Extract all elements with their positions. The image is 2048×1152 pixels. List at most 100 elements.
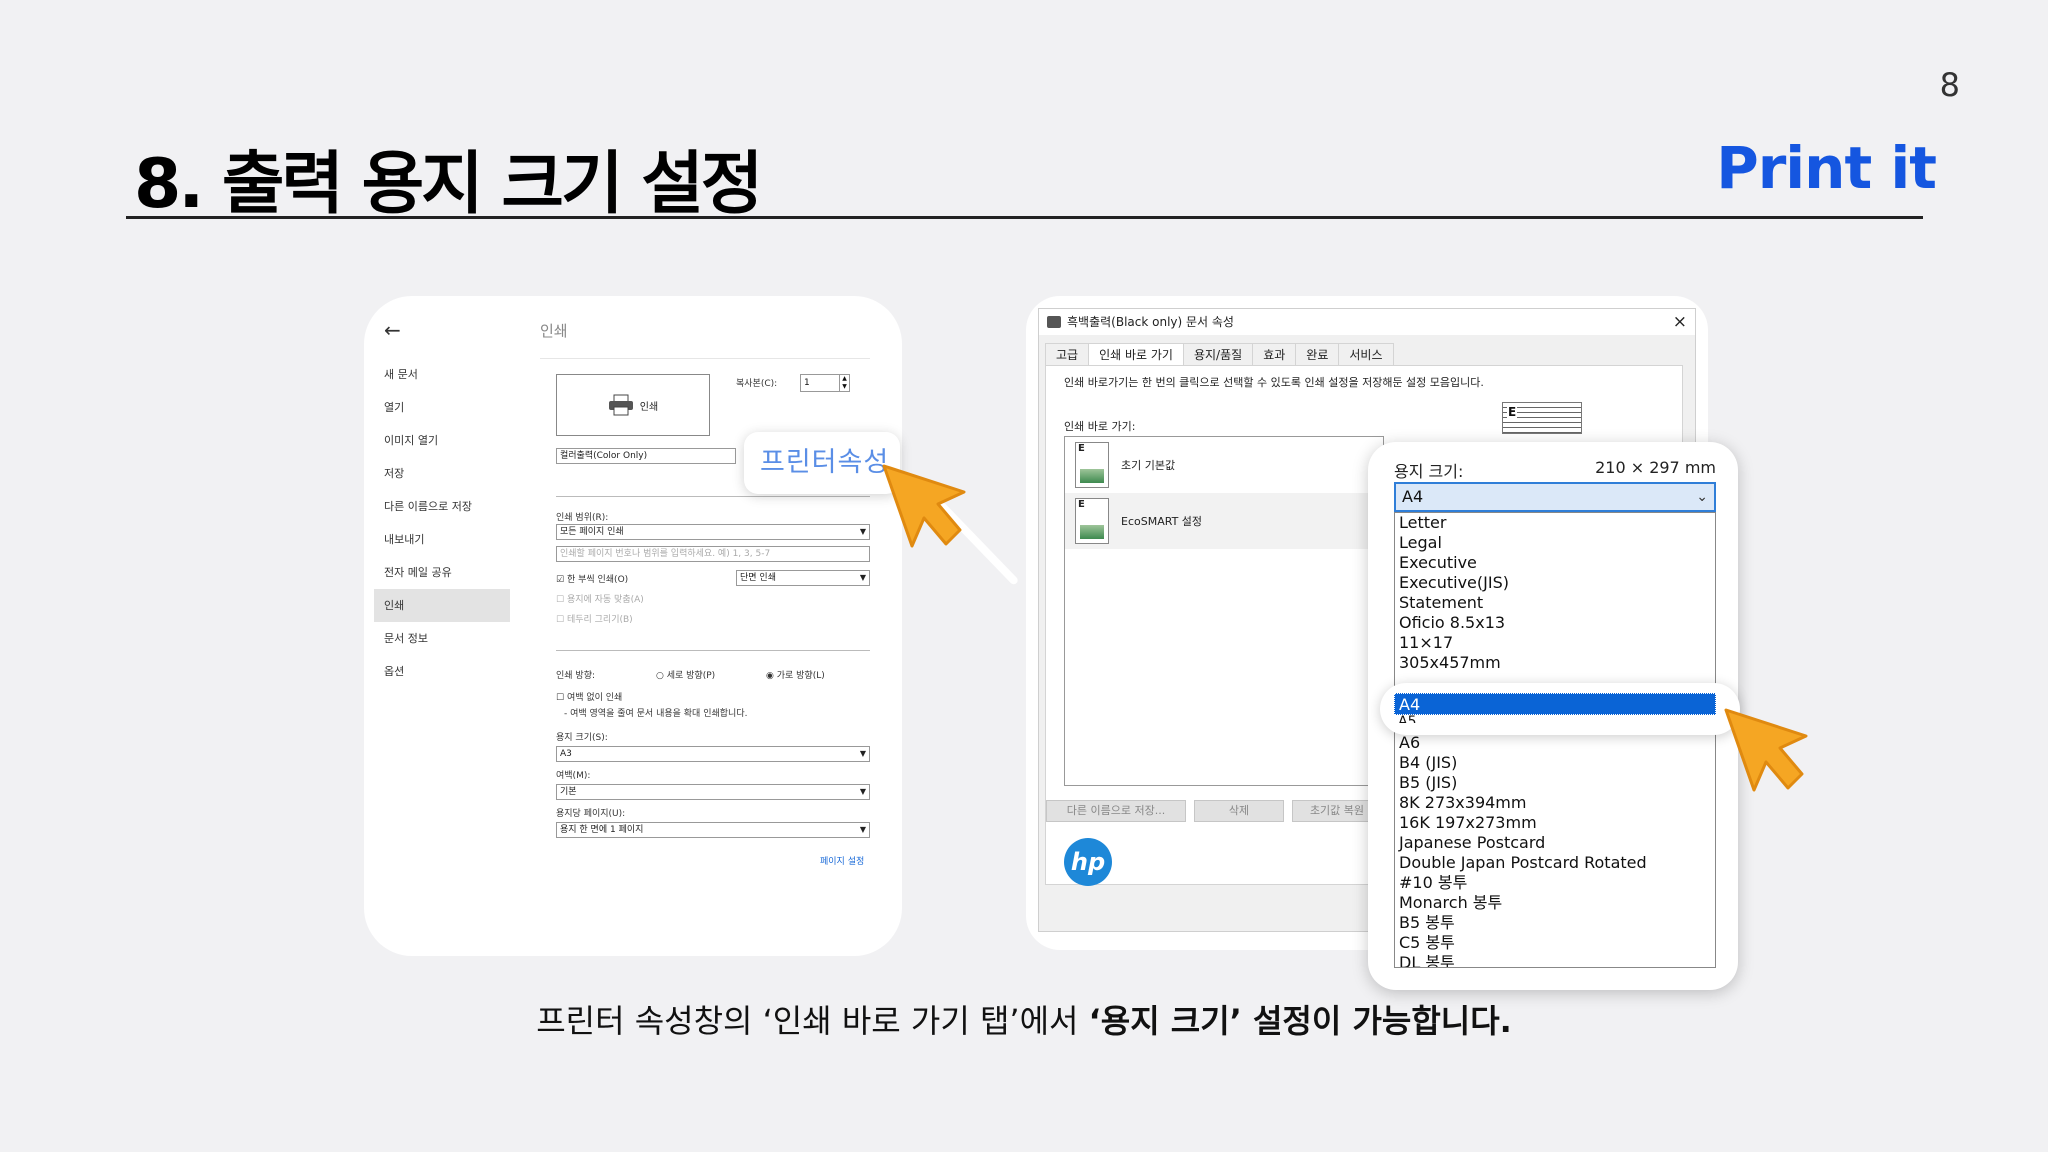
paper-option[interactable]: 11×17 [1395, 633, 1715, 653]
copies-value: 1 [804, 378, 810, 388]
paper-option[interactable]: Legal [1395, 533, 1715, 553]
copies-stepper[interactable]: 1 ▲ ▼ [800, 374, 850, 392]
paper-option[interactable]: Letter [1395, 513, 1715, 533]
margin-select[interactable]: 기본 ▼ [556, 784, 870, 800]
spin-arrows-icon[interactable]: ▲ ▼ [839, 375, 849, 391]
backstage-print-card: ← 새 문서 열기 이미지 열기 저장 다른 이름으로 저장 내보내기 전자 메일 공유 인쇄… [364, 296, 902, 956]
paper-option[interactable]: Japanese Postcard [1395, 833, 1715, 853]
paper-option[interactable]: DL 봉투 [1395, 953, 1715, 967]
caption-text: 프린터 속성창의 ‘인쇄 바로 가기 탭’에서 [536, 1002, 1089, 1040]
printer-icon [608, 394, 633, 416]
dropdown-arrow-icon: ▼ [859, 787, 866, 796]
shortcut-item[interactable]: 초기 기본값 [1065, 437, 1383, 493]
dialog-tab[interactable]: 인쇄 바로 가기 [1088, 343, 1184, 365]
printer-select[interactable]: 컬러출력(Color Only) [556, 448, 736, 464]
dialog-tab[interactable]: 고급 [1045, 343, 1090, 365]
backstage-menu-item[interactable]: 다른 이름으로 저장 [374, 490, 510, 523]
print-button-label: 인쇄 [639, 401, 659, 413]
portrait-radio[interactable]: ○ 세로 방향(P) [656, 668, 715, 681]
range-placeholder: 인쇄할 페이지 번호나 범위를 입력하세요. 예) 1, 3, 5-7 [560, 549, 771, 559]
collate-checkbox[interactable]: ☑ 한 부씩 인쇄(O) [556, 572, 628, 585]
brand-logo: Print it [1716, 134, 1937, 202]
paper-option[interactable]: Oficio 8.5x13 [1395, 613, 1715, 633]
pages-per-sheet-value: 용지 한 면에 1 페이지 [560, 825, 644, 835]
paper-option[interactable]: 16K 197x273mm [1395, 813, 1715, 833]
margin-label: 여백(M): [556, 771, 591, 781]
dialog-tab[interactable]: 효과 [1252, 343, 1297, 365]
backstage-menu-item[interactable]: 옵션 [374, 655, 510, 688]
paper-option[interactable]: Double Japan Postcard Rotated [1395, 853, 1715, 873]
paper-option[interactable]: C5 봉투 [1395, 933, 1715, 953]
title-divider [126, 216, 1923, 219]
paper-size-label: 용지 크기(S): [556, 733, 608, 743]
backstage-menu-item[interactable]: 전자 메일 공유 [374, 556, 510, 589]
dialog-titlebar: 흑백출력(Black only) 문서 속성 × [1039, 309, 1695, 335]
backstage-menu-item[interactable]: 문서 정보 [374, 622, 510, 655]
duplex-select[interactable]: 단면 인쇄 ▼ [736, 570, 870, 586]
paper-option[interactable]: 8K 273x394mm [1395, 793, 1715, 813]
backstage-menu-item[interactable]: 인쇄 [374, 589, 510, 622]
back-arrow-icon[interactable]: ← [384, 318, 401, 342]
page-preview-icon [1502, 402, 1582, 434]
pane-divider [540, 358, 870, 359]
printer-icon [1047, 316, 1061, 328]
chevron-down-icon: ⌄ [1696, 489, 1708, 505]
backstage-menu-item[interactable]: 이미지 열기 [374, 424, 510, 457]
landscape-radio[interactable]: ◉ 가로 방향(L) [766, 668, 825, 681]
paper-option[interactable]: Monarch 봉투 [1395, 893, 1715, 913]
print-button[interactable]: 인쇄 [556, 374, 710, 436]
borderless-checkbox[interactable]: ☐ 여백 없이 인쇄 [556, 690, 622, 703]
range-select[interactable]: 모든 페이지 인쇄 ▼ [556, 524, 870, 540]
landscape-label: 가로 방향(L) [776, 671, 825, 681]
paper-option[interactable]: Executive [1395, 553, 1715, 573]
paper-option[interactable]: B5 (JIS) [1395, 773, 1715, 793]
dropdown-arrow-icon: ▼ [859, 825, 866, 834]
duplex-value: 단면 인쇄 [740, 573, 776, 583]
paper-size-combo[interactable]: A4 ⌄ [1394, 482, 1716, 512]
paper-option[interactable]: Executive(JIS) [1395, 573, 1715, 593]
backstage-menu-item[interactable]: 저장 [374, 457, 510, 490]
shortcut-item[interactable]: EcoSMART 설정 [1065, 493, 1383, 549]
paper-option[interactable]: 305x457mm [1395, 653, 1715, 673]
pointer-cursor-icon [882, 464, 966, 548]
border-checkbox[interactable]: ☐ 테두리 그리기(B) [556, 612, 633, 625]
print-pane-title: 인쇄 [540, 322, 568, 340]
pages-per-sheet-select[interactable]: 용지 한 면에 1 페이지 ▼ [556, 822, 870, 838]
shortcut-label: 초기 기본값 [1121, 459, 1176, 472]
backstage-menu-item[interactable]: 열기 [374, 391, 510, 424]
dialog-tab[interactable]: 완료 [1295, 343, 1340, 365]
range-input[interactable]: 인쇄할 페이지 번호나 범위를 입력하세요. 예) 1, 3, 5-7 [556, 546, 870, 562]
slide-caption: 프린터 속성창의 ‘인쇄 바로 가기 탭’에서 ‘용지 크기’ 설정이 가능합니… [0, 996, 2048, 1042]
save-as-button[interactable]: 다른 이름으로 저장... [1046, 800, 1186, 822]
dialog-title: 흑백출력(Black only) 문서 속성 [1067, 315, 1234, 329]
backstage-menu-item[interactable]: 새 문서 [374, 358, 510, 391]
collate-label: 한 부씩 인쇄(O) [566, 575, 629, 585]
backstage-menu-item[interactable]: 내보내기 [374, 523, 510, 556]
delete-button[interactable]: 삭제 [1194, 800, 1284, 822]
paper-size-select[interactable]: A3 ▼ [556, 746, 870, 762]
section-divider [556, 496, 870, 497]
dropdown-arrow-icon: ▼ [859, 749, 866, 758]
dialog-tab[interactable]: 용지/품질 [1182, 343, 1254, 365]
dialog-tabs: 고급 인쇄 바로 가기 용지/품질 효과 완료 서비스 [1045, 343, 1394, 365]
caption-emphasis: ‘용지 크기’ 설정이 가능합니다. [1088, 1002, 1512, 1040]
close-icon[interactable]: × [1673, 309, 1687, 335]
paper-option[interactable]: A6 [1395, 733, 1715, 753]
dropdown-arrow-icon: ▼ [859, 573, 866, 582]
paper-option[interactable]: Statement [1395, 593, 1715, 613]
paper-option[interactable]: #10 봉투 [1395, 873, 1715, 893]
borderless-label: 여백 없이 인쇄 [566, 693, 623, 703]
dialog-tab[interactable]: 서비스 [1338, 343, 1394, 365]
paper-option[interactable]: B4 (JIS) [1395, 753, 1715, 773]
paper-option-highlighted[interactable]: A4 [1394, 693, 1716, 715]
fit-checkbox[interactable]: ☐ 용지에 자동 맞춤(A) [556, 592, 644, 605]
page-setup-link[interactable]: 페이지 설정 [820, 854, 864, 867]
paper-option[interactable]: B5 봉투 [1395, 913, 1715, 933]
paper-option-partial: A5 [1398, 715, 1417, 723]
slide-title: 8. 출력 용지 크기 설정 [134, 145, 763, 224]
paper-dimensions: 210 × 297 mm [1595, 458, 1716, 477]
range-value: 모든 페이지 인쇄 [560, 527, 624, 537]
printer-value: 컬러출력(Color Only) [560, 451, 648, 461]
orientation-label: 인쇄 방향: [556, 671, 596, 681]
backstage-menu: 새 문서 열기 이미지 열기 저장 다른 이름으로 저장 내보내기 전자 메일 공유 인쇄 문서… [374, 358, 510, 688]
